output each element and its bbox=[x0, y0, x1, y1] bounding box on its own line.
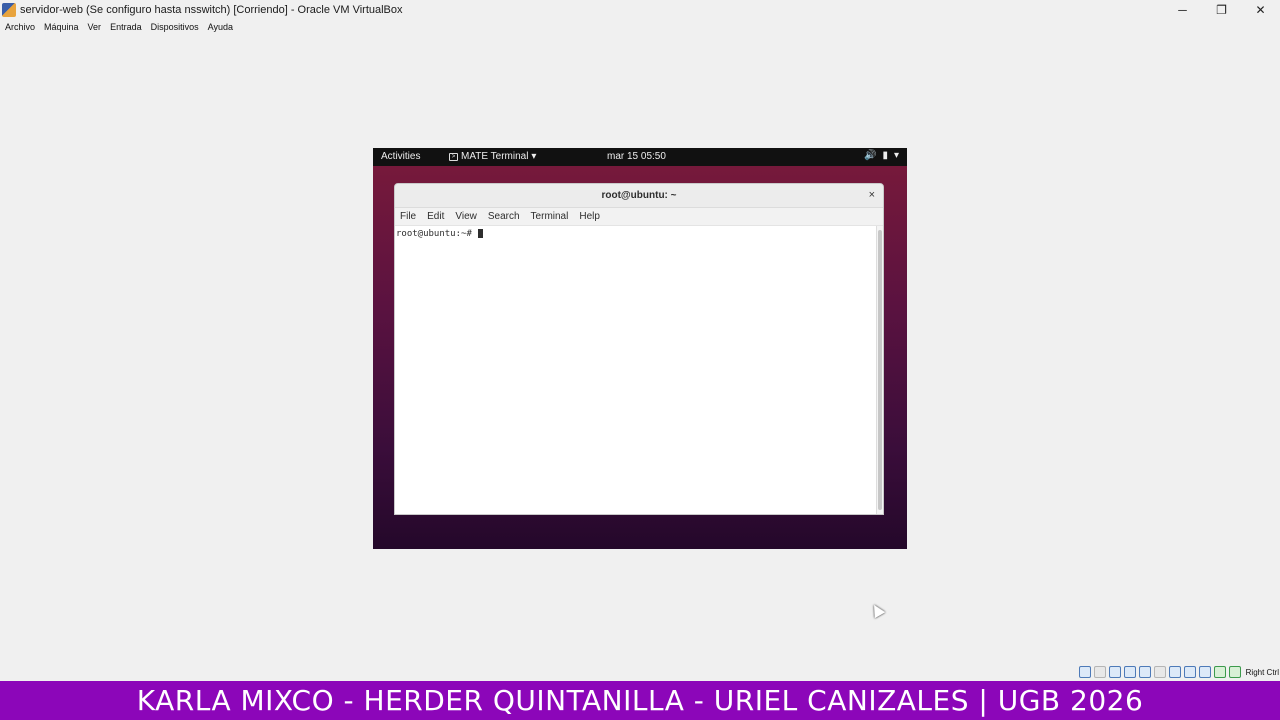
text-cursor bbox=[478, 229, 484, 238]
window-titlebar: servidor-web (Se configuro hasta nsswitc… bbox=[0, 0, 1280, 20]
volume-icon: 🔊 bbox=[864, 150, 877, 161]
credits-text: KARLA MIXCO - HERDER QUINTANILLA - URIEL… bbox=[136, 684, 1144, 717]
scrollbar-thumb[interactable] bbox=[878, 230, 882, 510]
terminal-close-button[interactable]: × bbox=[869, 189, 875, 201]
terminal-menu-file[interactable]: File bbox=[400, 211, 416, 222]
terminal-menu-view[interactable]: View bbox=[455, 211, 477, 222]
terminal-titlebar[interactable]: root@ubuntu: ~ × bbox=[395, 184, 883, 208]
menu-ver[interactable]: Ver bbox=[88, 22, 102, 32]
chevron-down-icon: ▾ bbox=[531, 151, 537, 162]
vbox-menubar: Archivo Máquina Ver Entrada Dispositivos… bbox=[0, 20, 1280, 34]
battery-icon: ▮ bbox=[882, 150, 888, 161]
terminal-menu-terminal[interactable]: Terminal bbox=[531, 211, 569, 222]
terminal-output[interactable]: root@ubuntu:~# bbox=[395, 226, 877, 514]
menu-ayuda[interactable]: Ayuda bbox=[208, 22, 233, 32]
terminal-icon: > bbox=[449, 152, 458, 161]
virtualbox-icon bbox=[2, 3, 16, 17]
host-key-label: Right Ctrl bbox=[1245, 667, 1279, 677]
credits-banner: KARLA MIXCO - HERDER QUINTANILLA - URIEL… bbox=[0, 681, 1280, 720]
clock[interactable]: mar 15 05:50 bbox=[607, 151, 666, 162]
system-tray[interactable]: 🔊 ▮ ▾ bbox=[864, 150, 899, 161]
network-icon[interactable] bbox=[1123, 666, 1136, 678]
recording-icon[interactable] bbox=[1183, 666, 1196, 678]
gnome-top-bar: Activities > MATE Terminal ▾ mar 15 05:5… bbox=[373, 148, 907, 166]
terminal-menu-search[interactable]: Search bbox=[488, 211, 520, 222]
close-button[interactable]: ✕ bbox=[1241, 0, 1280, 20]
terminal-title: root@ubuntu: ~ bbox=[601, 190, 677, 201]
terminal-menubar: File Edit View Search Terminal Help bbox=[395, 208, 883, 226]
chevron-down-icon: ▾ bbox=[893, 150, 899, 161]
optical-drive-icon[interactable] bbox=[1093, 666, 1106, 678]
display-icon[interactable] bbox=[1168, 666, 1181, 678]
terminal-window: root@ubuntu: ~ × File Edit View Search T… bbox=[394, 183, 884, 515]
terminal-scrollbar[interactable] bbox=[876, 226, 883, 514]
window-controls: ─ ❐ ✕ bbox=[1163, 0, 1280, 20]
menu-dispositivos[interactable]: Dispositivos bbox=[151, 22, 199, 32]
mouse-pointer-icon bbox=[868, 601, 886, 619]
activities-button[interactable]: Activities bbox=[381, 151, 420, 162]
restore-button[interactable]: ❐ bbox=[1202, 0, 1241, 20]
usb-icon[interactable] bbox=[1138, 666, 1151, 678]
hard-disk-icon[interactable] bbox=[1078, 666, 1091, 678]
terminal-menu-help[interactable]: Help bbox=[579, 211, 600, 222]
audio-icon[interactable] bbox=[1108, 666, 1121, 678]
menu-entrada[interactable]: Entrada bbox=[110, 22, 142, 32]
keyboard-icon[interactable] bbox=[1228, 666, 1241, 678]
shell-prompt: root@ubuntu:~# bbox=[396, 229, 478, 239]
cpu-icon[interactable] bbox=[1198, 666, 1211, 678]
window-title: servidor-web (Se configuro hasta nsswitc… bbox=[20, 4, 403, 16]
terminal-menu-edit[interactable]: Edit bbox=[427, 211, 444, 222]
app-menu[interactable]: > MATE Terminal ▾ bbox=[449, 151, 536, 162]
mouse-integration-icon[interactable] bbox=[1213, 666, 1226, 678]
menu-maquina[interactable]: Máquina bbox=[44, 22, 79, 32]
vbox-statusbar: Right Ctrl bbox=[1078, 664, 1280, 680]
minimize-button[interactable]: ─ bbox=[1163, 0, 1202, 20]
guest-screen[interactable]: Activities > MATE Terminal ▾ mar 15 05:5… bbox=[373, 148, 907, 549]
shared-folders-icon[interactable] bbox=[1153, 666, 1166, 678]
app-menu-label: MATE Terminal bbox=[461, 151, 529, 162]
menu-archivo[interactable]: Archivo bbox=[5, 22, 35, 32]
